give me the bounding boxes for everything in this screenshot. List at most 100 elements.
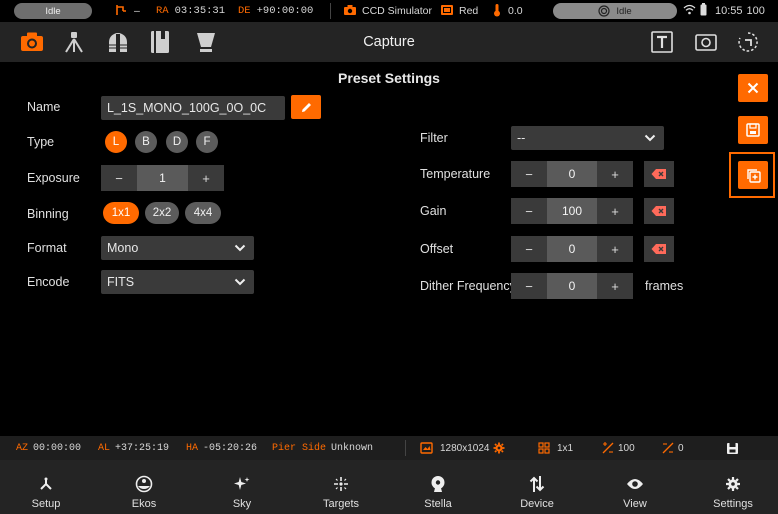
- format-select[interactable]: Mono: [101, 236, 254, 260]
- dither-decrement-button[interactable]: −: [511, 273, 547, 299]
- status-bar: Idle – RA 03:35:31 DE +90:00:00 CCD Simu…: [0, 0, 778, 22]
- save-icon: [746, 123, 760, 137]
- resolution-gear-icon[interactable]: [493, 442, 505, 454]
- type-d-button[interactable]: D: [166, 131, 188, 153]
- nav-stella[interactable]: Stella: [393, 460, 483, 514]
- focus-status: Idle: [616, 5, 632, 17]
- exposure-value[interactable]: 1: [137, 165, 188, 191]
- al-label: AL: [98, 442, 111, 454]
- flat-panel-icon[interactable]: [192, 28, 220, 56]
- de-label: DE: [238, 5, 251, 17]
- nav-targets[interactable]: Targets: [296, 460, 386, 514]
- add-preset-button[interactable]: [738, 161, 768, 189]
- offset-info-value: 0: [678, 442, 684, 454]
- focus-status-pill[interactable]: Idle: [553, 3, 677, 19]
- ha-value: -05:20:26: [203, 442, 258, 454]
- backspace-icon: [651, 243, 667, 255]
- type-b-button[interactable]: B: [135, 131, 157, 153]
- offset-value-field[interactable]: 0: [547, 236, 597, 262]
- nav-settings-label: Settings: [713, 498, 753, 510]
- al-value: +37:25:19: [115, 442, 170, 454]
- resolution-icon: [420, 442, 433, 454]
- temperature-clear-button[interactable]: [644, 161, 674, 187]
- save-sequence-icon[interactable]: [726, 442, 739, 455]
- setup-icon: [1, 474, 91, 494]
- notebook-icon[interactable]: [146, 28, 174, 56]
- camera-icon[interactable]: [18, 28, 46, 56]
- targets-icon: [296, 474, 386, 494]
- temperature-value: 0.0: [508, 5, 523, 17]
- binning-grid-icon: [538, 442, 550, 454]
- chevron-down-icon: [234, 270, 246, 294]
- resolution-value: 1280x1024: [440, 442, 490, 454]
- close-button[interactable]: [738, 74, 768, 102]
- nav-ekos[interactable]: Ekos: [99, 460, 189, 514]
- filter-select[interactable]: --: [511, 126, 664, 150]
- filter-label: Filter: [420, 131, 448, 145]
- offset-increment-button[interactable]: +: [597, 236, 633, 262]
- offset-label: Offset: [420, 242, 454, 256]
- offset-stepper: − 0 +: [511, 236, 633, 262]
- tracking-icon: [114, 3, 128, 20]
- temperature-decrement-button[interactable]: −: [511, 161, 547, 187]
- ra-value: 03:35:31: [174, 5, 226, 17]
- nav-view[interactable]: View: [590, 460, 680, 514]
- dither-increment-button[interactable]: +: [597, 273, 633, 299]
- type-l-button[interactable]: L: [105, 131, 127, 153]
- gain-clear-button[interactable]: [644, 198, 674, 224]
- binning-label: Binning: [27, 207, 69, 221]
- info-bar: AZ 00:00:00 AL +37:25:19 HA -05:20:26 Pi…: [0, 436, 778, 460]
- offset-decrement-button[interactable]: −: [511, 236, 547, 262]
- exposure-decrement-button[interactable]: −: [101, 165, 137, 191]
- temperature-increment-button[interactable]: +: [597, 161, 633, 187]
- nav-setup[interactable]: Setup: [1, 460, 91, 514]
- text-overlay-icon[interactable]: [648, 28, 676, 56]
- az-label: AZ: [16, 442, 29, 454]
- view-icon: [590, 474, 680, 494]
- stella-icon: [393, 474, 483, 494]
- offset-clear-button[interactable]: [644, 236, 674, 262]
- save-preset-button[interactable]: [738, 116, 768, 144]
- dither-value-field[interactable]: 0: [547, 273, 597, 299]
- encode-select[interactable]: FITS: [101, 270, 254, 294]
- mount-status: Idle: [45, 5, 61, 17]
- camera-status-icon: [343, 4, 357, 19]
- focus-icon: [598, 5, 610, 17]
- rotate-icon[interactable]: [734, 28, 762, 56]
- gain-value-field[interactable]: 100: [547, 198, 597, 224]
- backspace-icon: [651, 205, 667, 217]
- gain-decrement-button[interactable]: −: [511, 198, 547, 224]
- edit-name-button[interactable]: [291, 95, 321, 119]
- bottom-nav: Setup Ekos Sky Targets Stella Device Vie…: [0, 460, 778, 514]
- temperature-value-field[interactable]: 0: [547, 161, 597, 187]
- binning-4x4-button[interactable]: 4x4: [185, 202, 221, 224]
- gain-increment-button[interactable]: +: [597, 198, 633, 224]
- encode-label: Encode: [27, 275, 70, 289]
- backspace-icon: [651, 168, 667, 180]
- nav-ekos-label: Ekos: [131, 498, 157, 510]
- gain-label: Gain: [420, 204, 447, 218]
- gain-info-value: 100: [618, 442, 635, 454]
- filter-icon: [440, 4, 454, 19]
- type-f-button[interactable]: F: [196, 131, 218, 153]
- nav-sky-label: Sky: [232, 498, 252, 510]
- binning-2x2-button[interactable]: 2x2: [145, 202, 179, 224]
- pier-side-label: Pier Side: [272, 442, 327, 454]
- nav-sky[interactable]: Sky: [197, 460, 287, 514]
- name-field[interactable]: L_1S_MONO_100G_0O_0C: [101, 96, 285, 120]
- nav-settings[interactable]: Settings: [688, 460, 778, 514]
- exposure-stepper: − 1 +: [101, 165, 224, 191]
- exposure-increment-button[interactable]: +: [188, 165, 224, 191]
- dither-frequency-label: Dither Frequency: [420, 279, 516, 293]
- binning-info-value: 1x1: [557, 442, 574, 454]
- observatory-icon[interactable]: [104, 28, 132, 56]
- format-label: Format: [27, 241, 67, 255]
- binning-1x1-button[interactable]: 1x1: [103, 202, 139, 224]
- temperature-label: Temperature: [420, 167, 491, 181]
- frame-icon[interactable]: [692, 28, 720, 56]
- mount-status-pill[interactable]: Idle: [14, 3, 92, 19]
- close-icon: [747, 82, 759, 94]
- nav-device[interactable]: Device: [492, 460, 582, 514]
- telescope-icon[interactable]: [60, 28, 88, 56]
- chevron-down-icon: [234, 236, 246, 260]
